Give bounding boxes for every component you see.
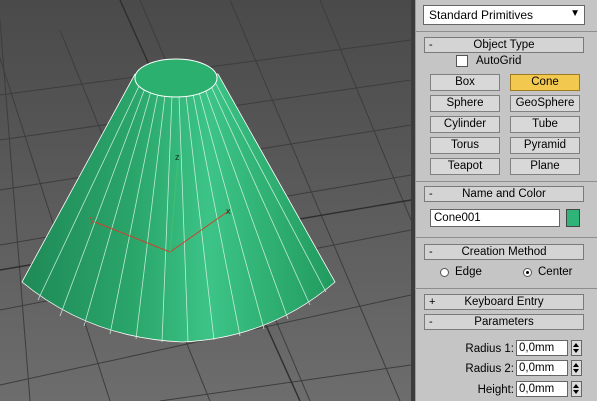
spinner-up-icon[interactable] xyxy=(573,384,579,388)
svg-text:y: y xyxy=(90,214,95,224)
rollout-creation-method[interactable]: - Creation Method xyxy=(424,244,584,260)
divider xyxy=(416,181,597,182)
svg-text:x: x xyxy=(226,206,231,216)
rollout-keyboard-entry[interactable]: + Keyboard Entry xyxy=(424,294,584,310)
viewport-canvas: z x y xyxy=(0,0,411,401)
pyramid-button[interactable]: Pyramid xyxy=(510,137,580,154)
geosphere-button[interactable]: GeoSphere xyxy=(510,95,580,112)
height-input[interactable]: 0,0mm xyxy=(516,381,568,397)
rollout-parameters[interactable]: - Parameters xyxy=(424,314,584,330)
torus-button[interactable]: Torus xyxy=(430,137,500,154)
category-dropdown-value: Standard Primitives xyxy=(429,8,534,22)
teapot-button[interactable]: Teapot xyxy=(430,158,500,175)
radius1-spinner[interactable] xyxy=(571,340,582,356)
radius2-row: Radius 2: 0,0mm xyxy=(416,360,597,378)
rollout-title: Creation Method xyxy=(461,246,547,258)
center-label: Center xyxy=(538,266,573,278)
radius1-label: Radius 1: xyxy=(465,343,514,355)
autogrid-row[interactable]: AutoGrid xyxy=(456,55,521,67)
cylinder-button[interactable]: Cylinder xyxy=(430,116,500,133)
spinner-down-icon[interactable] xyxy=(573,390,579,394)
command-panel: Standard Primitives ▼ - Object Type Auto… xyxy=(416,0,597,401)
autogrid-checkbox[interactable] xyxy=(456,55,468,67)
rollout-title: Parameters xyxy=(474,316,534,328)
chevron-down-icon[interactable]: ▼ xyxy=(570,8,580,19)
autogrid-label: AutoGrid xyxy=(476,55,522,67)
edge-label: Edge xyxy=(455,266,482,278)
category-dropdown[interactable]: Standard Primitives ▼ xyxy=(423,5,585,25)
rollout-expand-icon: + xyxy=(429,296,436,308)
spinner-down-icon[interactable] xyxy=(573,369,579,373)
svg-text:z: z xyxy=(175,152,180,162)
center-radio[interactable] xyxy=(523,267,532,277)
divider xyxy=(416,237,597,238)
cone-object xyxy=(21,58,336,343)
radius1-input[interactable]: 0,0mm xyxy=(516,340,568,356)
rollout-title: Name and Color xyxy=(462,188,546,200)
rollout-name-and-color[interactable]: - Name and Color xyxy=(424,186,584,202)
rollout-collapse-icon: - xyxy=(429,188,433,200)
center-radio-row[interactable]: Center xyxy=(523,266,573,278)
object-name-input[interactable]: Cone001 xyxy=(430,209,560,227)
rollout-title: Keyboard Entry xyxy=(464,296,544,308)
spinner-up-icon[interactable] xyxy=(573,363,579,367)
radius2-input[interactable]: 0,0mm xyxy=(516,360,568,376)
tube-button[interactable]: Tube xyxy=(510,116,580,133)
rollout-title: Object Type xyxy=(473,39,535,51)
radius2-spinner[interactable] xyxy=(571,360,582,376)
sphere-button[interactable]: Sphere xyxy=(430,95,500,112)
height-row: Height: 0,0mm xyxy=(416,381,597,399)
radius1-row: Radius 1: 0,0mm xyxy=(416,340,597,358)
rollout-collapse-icon: - xyxy=(429,246,433,258)
edge-radio[interactable] xyxy=(440,267,449,277)
spinner-up-icon[interactable] xyxy=(573,343,579,347)
radius2-label: Radius 2: xyxy=(465,363,514,375)
edge-radio-row[interactable]: Edge xyxy=(440,266,482,278)
perspective-viewport[interactable]: z x y xyxy=(0,0,411,401)
object-color-swatch[interactable] xyxy=(566,209,580,227)
height-spinner[interactable] xyxy=(571,381,582,397)
height-label: Height: xyxy=(477,384,514,396)
rollout-collapse-icon: - xyxy=(429,39,433,51)
rollout-collapse-icon: - xyxy=(429,316,433,328)
plane-button[interactable]: Plane xyxy=(510,158,580,175)
rollout-object-type[interactable]: - Object Type xyxy=(424,37,584,53)
divider xyxy=(416,288,597,289)
cone-button[interactable]: Cone xyxy=(510,74,580,91)
spinner-down-icon[interactable] xyxy=(573,349,579,353)
box-button[interactable]: Box xyxy=(430,74,500,91)
divider xyxy=(416,31,597,32)
